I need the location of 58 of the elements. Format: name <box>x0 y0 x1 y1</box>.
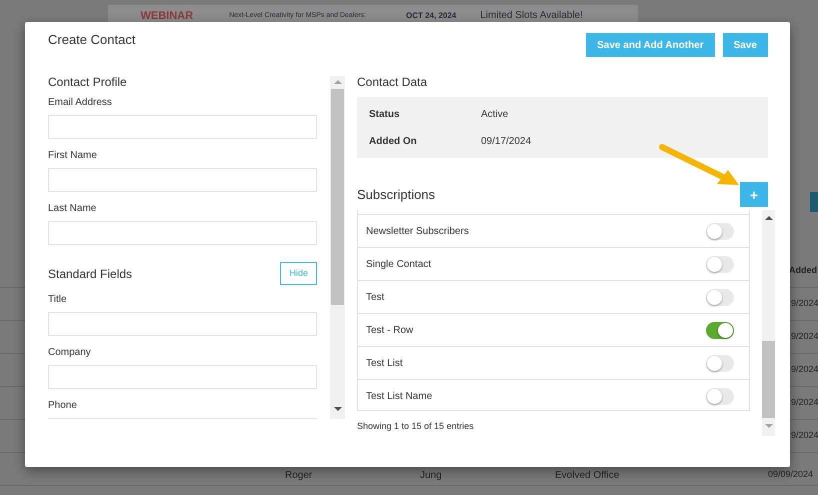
input-field[interactable] <box>48 312 317 336</box>
table-cell-text: 9/2024 <box>791 429 818 442</box>
toggle-switch[interactable] <box>706 256 734 272</box>
field-label: Phone <box>48 400 78 412</box>
input-field[interactable] <box>48 221 317 245</box>
input-field[interactable] <box>48 168 317 192</box>
subscription-name: Test - Row <box>366 324 414 338</box>
toggle-switch[interactable] <box>706 322 734 338</box>
table-cell-text: Roger <box>285 469 314 483</box>
toggle-switch[interactable] <box>706 354 734 372</box>
subscription-name: Test List Name <box>366 390 432 404</box>
data-label: Added On <box>369 135 418 149</box>
save-button[interactable]: Save and Add Another <box>586 33 715 57</box>
field-label: First Name <box>48 150 98 162</box>
scrollbar[interactable] <box>330 76 345 419</box>
section-heading: Contact Data <box>357 75 428 89</box>
banner-label: WEBINAR <box>140 10 194 22</box>
field-label: Email Address <box>48 97 113 109</box>
scrollbar-thumb[interactable] <box>762 341 775 418</box>
toggle-switch[interactable] <box>706 222 734 240</box>
section-heading: Subscriptions <box>357 186 436 204</box>
toggle-switch[interactable] <box>706 388 734 404</box>
column-header: Added <box>789 264 817 278</box>
banner-date: OCT 24, 2024 <box>406 10 456 22</box>
hide-button[interactable]: Hide <box>280 262 317 285</box>
entries-info: Showing 1 to 15 of 15 entries <box>357 420 475 433</box>
section-heading: Contact Profile <box>48 76 128 89</box>
toggle-switch[interactable] <box>706 288 734 306</box>
data-label: Status <box>369 108 401 122</box>
field-label: Last Name <box>48 203 98 215</box>
scrollbar[interactable] <box>762 210 775 436</box>
scrollbar-thumb[interactable] <box>331 89 344 305</box>
banner-note: Limited Slots Available! <box>480 10 583 22</box>
table-cell-text: 9/2024 <box>791 396 818 410</box>
data-value: 09/17/2024 <box>481 135 532 149</box>
subscription-name: Newsletter Subscribers <box>366 224 469 238</box>
add-button[interactable]: + <box>740 182 768 207</box>
table-cell-text: 9/2024 <box>791 330 818 344</box>
data-value: Active <box>481 108 508 122</box>
field-label: Title <box>48 294 68 306</box>
section-heading: Standard Fields <box>48 266 132 282</box>
scroll-up-icon[interactable] <box>764 216 772 220</box>
dialog-title: Create Contact <box>48 33 136 47</box>
subscription-name: Single Contact <box>366 258 432 272</box>
table-cell-text: Jung <box>420 469 443 483</box>
table-cell-text: Evolved Office <box>555 469 620 483</box>
page-action-button[interactable] <box>810 192 818 212</box>
table-cell-text: 09/09/2024 <box>768 468 814 481</box>
table-cell-text: 9/2024 <box>791 297 818 310</box>
input-field[interactable] <box>48 115 317 139</box>
subscription-name: Test List <box>366 356 403 370</box>
subscription-name: Test <box>366 290 384 304</box>
input-field[interactable] <box>48 365 317 389</box>
field-label: Company <box>48 347 92 359</box>
scroll-down-icon[interactable] <box>334 407 342 411</box>
save-button[interactable]: Save <box>722 33 768 57</box>
table-cell-text: 9/2024 <box>791 363 818 376</box>
arrow-icon <box>659 144 739 185</box>
